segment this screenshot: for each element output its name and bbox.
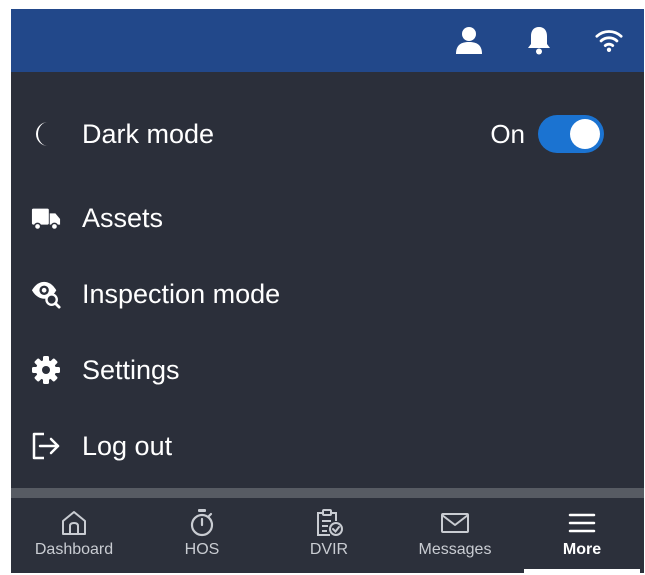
clipboard-check-icon <box>314 508 344 538</box>
menu-divider <box>11 488 644 498</box>
active-tab-indicator <box>524 569 640 573</box>
logout-icon <box>31 431 61 461</box>
home-icon <box>59 508 89 538</box>
menu-item-label: Settings <box>82 354 180 385</box>
nav-item-dvir[interactable]: DVIR <box>269 498 389 573</box>
eye-search-icon <box>31 279 61 309</box>
menu-item-label: Assets <box>82 202 164 233</box>
nav-label: Dashboard <box>34 541 114 558</box>
truck-icon <box>31 203 61 233</box>
envelope-icon <box>440 508 470 538</box>
dark-mode-toggle[interactable] <box>538 115 604 153</box>
nav-label: More <box>562 541 602 558</box>
gear-icon <box>31 355 61 385</box>
menu-item-settings[interactable]: Settings <box>11 340 644 400</box>
menu-item-inspection-mode[interactable]: Inspection mode <box>11 264 644 324</box>
wifi-icon[interactable] <box>595 25 623 55</box>
nav-item-dashboard[interactable]: Dashboard <box>14 498 134 573</box>
toggle-knob <box>570 119 600 149</box>
nav-label: HOS <box>184 541 220 558</box>
user-icon[interactable] <box>455 25 483 55</box>
app-frame: Dark mode On Assets Inspection mode Sett… <box>11 9 644 573</box>
nav-label: DVIR <box>309 541 349 558</box>
more-menu: Dark mode On Assets Inspection mode Sett… <box>11 72 644 488</box>
hamburger-icon <box>567 508 597 538</box>
menu-item-label: Inspection mode <box>82 278 281 309</box>
menu-item-assets[interactable]: Assets <box>11 188 644 248</box>
menu-item-log-out[interactable]: Log out <box>11 416 644 476</box>
menu-item-dark-mode[interactable]: Dark mode On <box>11 104 644 164</box>
nav-item-hos[interactable]: HOS <box>142 498 262 573</box>
nav-label: Messages <box>418 541 492 558</box>
menu-item-label: Dark mode <box>82 118 215 149</box>
bell-icon[interactable] <box>525 25 553 55</box>
dark-mode-state-label: On <box>490 118 525 149</box>
nav-item-more[interactable]: More <box>522 498 642 573</box>
bottom-navigation: Dashboard HOS DVIR Messages More <box>11 498 644 573</box>
menu-item-label: Log out <box>82 430 173 461</box>
moon-icon <box>31 119 61 149</box>
top-bar <box>11 9 644 72</box>
nav-item-messages[interactable]: Messages <box>395 498 515 573</box>
stopwatch-icon <box>187 508 217 538</box>
